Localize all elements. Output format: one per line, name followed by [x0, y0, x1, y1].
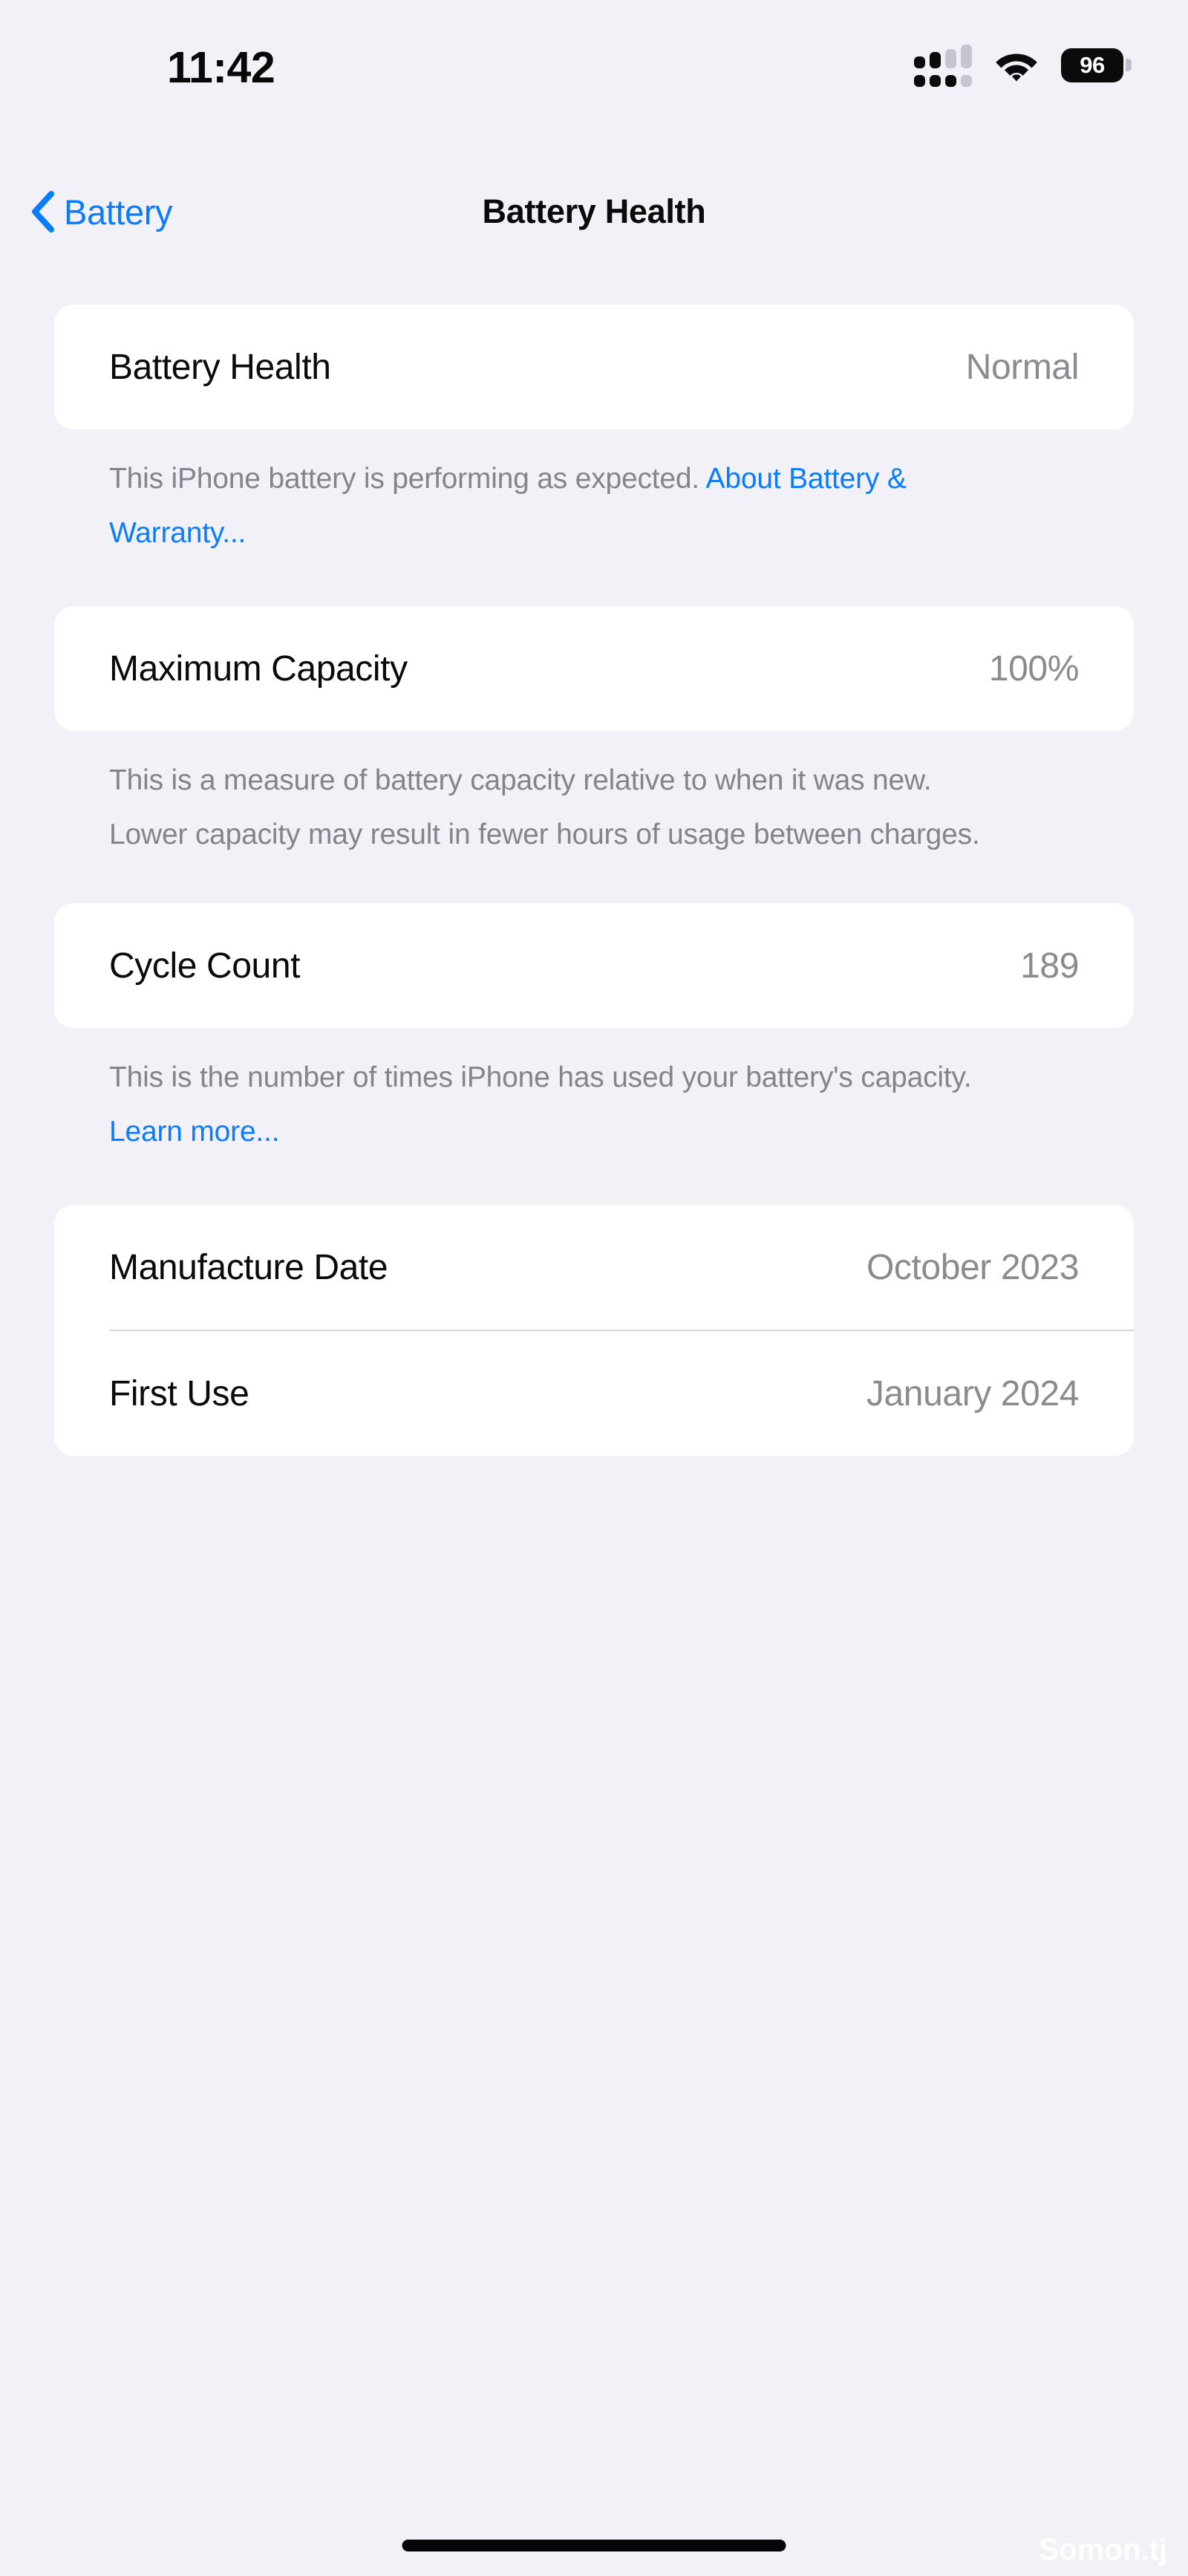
- cellular-bar-bottom-3: [945, 75, 956, 87]
- battery-icon: 96: [1061, 48, 1132, 82]
- battery-health-label: Battery Health: [109, 347, 331, 387]
- battery-nub: [1126, 59, 1132, 71]
- battery-health-row[interactable]: Battery Health Normal: [54, 305, 1134, 429]
- home-indicator[interactable]: [402, 2540, 786, 2551]
- cycle-count-value: 189: [1020, 946, 1079, 986]
- cellular-bar-bottom-1: [914, 75, 925, 87]
- maximum-capacity-value: 100%: [988, 648, 1080, 689]
- back-button-label: Battery: [64, 192, 173, 232]
- cycle-count-footer-text: This is the number of times iPhone has u…: [109, 1061, 972, 1093]
- settings-content: Battery Health Normal This iPhone batter…: [0, 305, 1188, 1456]
- cycle-count-card: Cycle Count 189: [54, 903, 1134, 1028]
- cellular-bar-top-3: [945, 49, 956, 68]
- iphone-screen: 11:42 96 Battery Health Battery Battery …: [0, 0, 1188, 2576]
- learn-more-link[interactable]: Learn more...: [109, 1116, 280, 1148]
- battery-health-card: Battery Health Normal: [54, 305, 1134, 429]
- maximum-capacity-row[interactable]: Maximum Capacity 100%: [54, 606, 1134, 731]
- maximum-capacity-card: Maximum Capacity 100%: [54, 606, 1134, 731]
- battery-dates-card: Manufacture Date October 2023 First Use …: [54, 1205, 1134, 1456]
- cellular-bar-top-4: [961, 45, 972, 68]
- wifi-icon: [996, 53, 1037, 81]
- cellular-bar-top-1: [914, 56, 925, 68]
- battery-health-footer: This iPhone battery is performing as exp…: [109, 452, 1015, 560]
- battery-health-value: Normal: [965, 347, 1080, 387]
- page-title: Battery Health: [482, 192, 706, 230]
- back-button[interactable]: Battery: [30, 171, 173, 253]
- manufacture-date-value: October 2023: [866, 1247, 1079, 1287]
- manufacture-date-row[interactable]: Manufacture Date October 2023: [54, 1205, 1134, 1330]
- cellular-bar-top-2: [930, 52, 941, 68]
- battery-body: 96: [1061, 48, 1123, 82]
- status-bar: 11:42 96: [0, 0, 1188, 111]
- cellular-bar-bottom-4: [961, 75, 972, 87]
- status-bar-clock: 11:42: [167, 43, 275, 92]
- watermark: Somon.tj: [1039, 2532, 1167, 2566]
- battery-health-footer-text: This iPhone battery is performing as exp…: [109, 463, 706, 495]
- first-use-value: January 2024: [866, 1373, 1079, 1414]
- cycle-count-row[interactable]: Cycle Count 189: [54, 903, 1134, 1028]
- battery-percentage: 96: [1080, 51, 1105, 78]
- cycle-count-label: Cycle Count: [109, 946, 301, 986]
- first-use-label: First Use: [109, 1373, 249, 1414]
- maximum-capacity-label: Maximum Capacity: [109, 648, 408, 689]
- first-use-row[interactable]: First Use January 2024: [54, 1331, 1134, 1456]
- cycle-count-footer: This is the number of times iPhone has u…: [109, 1050, 1015, 1159]
- maximum-capacity-footer: This is a measure of battery capacity re…: [109, 764, 980, 850]
- cellular-bar-bottom-2: [930, 75, 941, 87]
- manufacture-date-label: Manufacture Date: [109, 1247, 388, 1287]
- cellular-signal-icon: [914, 43, 972, 87]
- status-bar-indicators: 96: [914, 43, 1132, 87]
- navigation-bar: Battery Health Battery: [0, 171, 1188, 253]
- chevron-left-icon: [32, 191, 54, 232]
